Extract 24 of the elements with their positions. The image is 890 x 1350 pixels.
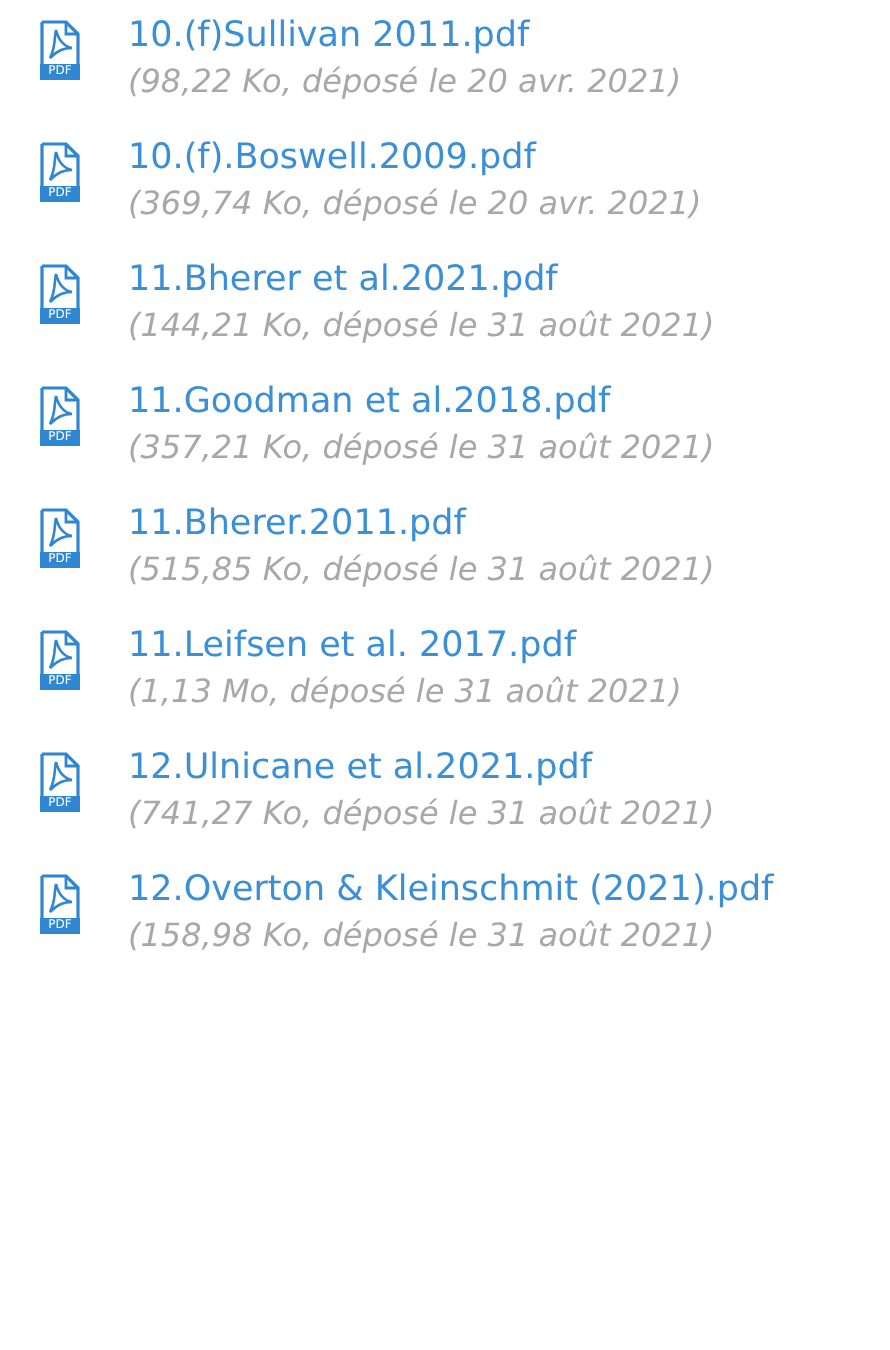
document-icon bbox=[40, 264, 80, 308]
file-link[interactable]: 11.Bherer.2011.pdf bbox=[128, 500, 715, 548]
file-link[interactable]: 12.Overton & Kleinschmit (2021).pdf bbox=[128, 866, 774, 914]
file-details: (369,74 Ko, déposé le 20 avr. 2021) bbox=[128, 182, 702, 226]
file-details: (158,98 Ko, déposé le 31 août 2021) bbox=[128, 914, 717, 958]
document-icon bbox=[40, 386, 80, 430]
document-icon bbox=[40, 630, 80, 674]
file-details: (357,21 Ko, déposé le 31 août 2021) bbox=[128, 426, 715, 470]
document-icon bbox=[40, 874, 80, 918]
file-details: (515,85 Ko, déposé le 31 août 2021) bbox=[128, 548, 715, 592]
file-details: (144,21 Ko, déposé le 31 août 2021) bbox=[128, 304, 715, 348]
file-link[interactable]: 12.Ulnicane et al.2021.pdf bbox=[128, 744, 715, 792]
file-details: (741,27 Ko, déposé le 31 août 2021) bbox=[128, 792, 715, 836]
file-link[interactable]: 11.Bherer et al.2021.pdf bbox=[128, 256, 715, 304]
document-icon bbox=[40, 20, 80, 64]
file-link[interactable]: 11.Leifsen et al. 2017.pdf bbox=[128, 622, 682, 670]
document-icon bbox=[40, 752, 80, 796]
file-details: (1,13 Mo, déposé le 31 août 2021) bbox=[128, 670, 682, 714]
file-link[interactable]: 11.Goodman et al.2018.pdf bbox=[128, 378, 715, 426]
file-details: (98,22 Ko, déposé le 20 avr. 2021) bbox=[128, 60, 682, 104]
document-icon bbox=[40, 142, 80, 186]
document-icon bbox=[40, 508, 80, 552]
file-link[interactable]: 10.(f).Boswell.2009.pdf bbox=[128, 134, 702, 182]
file-link[interactable]: 10.(f)Sullivan 2011.pdf bbox=[128, 12, 682, 60]
